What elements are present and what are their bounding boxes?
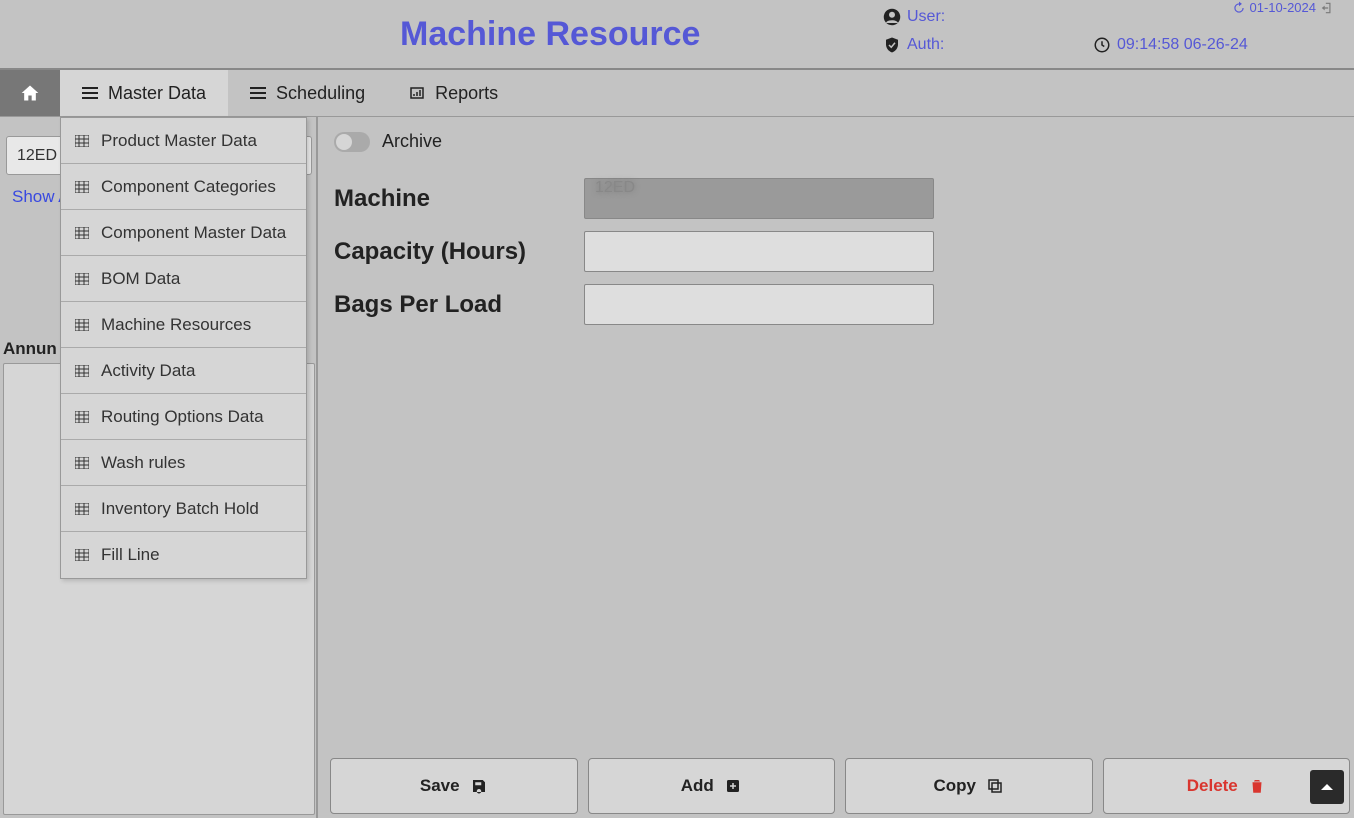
- refresh-icon: [1232, 1, 1246, 15]
- dropdown-component-categories[interactable]: Component Categories: [61, 164, 306, 210]
- shield-check-icon: [883, 36, 901, 54]
- form-row-bags: Bags Per Load: [334, 284, 1344, 325]
- scroll-top-button[interactable]: [1310, 770, 1344, 804]
- capacity-label: Capacity (Hours): [334, 238, 584, 266]
- save-label: Save: [420, 776, 460, 796]
- nav-scheduling[interactable]: Scheduling: [228, 70, 387, 116]
- dropdown-item-label: Product Master Data: [101, 131, 257, 151]
- archive-row: Archive: [334, 131, 1344, 152]
- user-label: User:: [907, 8, 945, 26]
- dropdown-item-label: Routing Options Data: [101, 407, 264, 427]
- date-text: 01-10-2024: [1250, 0, 1317, 15]
- user-icon: [883, 8, 901, 26]
- copy-icon: [986, 777, 1004, 795]
- bags-label: Bags Per Load: [334, 291, 584, 319]
- dropdown-component-master-data[interactable]: Component Master Data: [61, 210, 306, 256]
- table-icon: [75, 549, 89, 561]
- archive-toggle[interactable]: [334, 132, 370, 152]
- bags-field[interactable]: [584, 284, 934, 325]
- dropdown-item-label: Inventory Batch Hold: [101, 499, 259, 519]
- nav-scheduling-label: Scheduling: [276, 83, 365, 104]
- auth-label: Auth:: [907, 36, 944, 54]
- table-icon: [75, 181, 89, 193]
- main-panel: Archive Machine 12ED Capacity (Hours) Ba…: [320, 117, 1354, 818]
- nav-master-data[interactable]: Master Data: [60, 70, 228, 116]
- add-button[interactable]: Add: [588, 758, 836, 814]
- annun-label: Annun: [3, 339, 57, 359]
- reports-icon: [409, 86, 425, 100]
- clock-text: 09:14:58 06-26-24: [1117, 36, 1248, 54]
- table-icon: [75, 411, 89, 423]
- header-clock: 09:14:58 06-26-24: [1093, 36, 1248, 54]
- dropdown-item-label: Component Categories: [101, 177, 276, 197]
- nav-reports[interactable]: Reports: [387, 70, 520, 116]
- chevron-up-icon: [1319, 779, 1335, 795]
- table-icon: [75, 319, 89, 331]
- copy-button[interactable]: Copy: [845, 758, 1093, 814]
- header-user: User:: [883, 8, 945, 26]
- save-icon: [470, 777, 488, 795]
- dropdown-activity-data[interactable]: Activity Data: [61, 348, 306, 394]
- dropdown-item-label: Wash rules: [101, 453, 185, 473]
- dropdown-product-master-data[interactable]: Product Master Data: [61, 118, 306, 164]
- dropdown-item-label: BOM Data: [101, 269, 180, 289]
- form-row-capacity: Capacity (Hours): [334, 231, 1344, 272]
- plus-icon: [724, 777, 742, 795]
- header-auth: Auth:: [883, 36, 944, 54]
- dropdown-fill-line[interactable]: Fill Line: [61, 532, 306, 578]
- table-icon: [75, 457, 89, 469]
- footer-actions: Save Add Copy Delete: [330, 758, 1350, 814]
- home-button[interactable]: [0, 70, 60, 116]
- home-icon: [20, 83, 40, 103]
- dropdown-item-label: Component Master Data: [101, 223, 286, 243]
- dropdown-machine-resources[interactable]: Machine Resources: [61, 302, 306, 348]
- add-label: Add: [681, 776, 714, 796]
- delete-label: Delete: [1187, 776, 1238, 796]
- hamburger-icon: [82, 86, 98, 100]
- header: Machine Resource User: Auth: 09:14:58 06…: [0, 0, 1354, 70]
- list-icon: [250, 86, 266, 100]
- trash-icon: [1248, 777, 1266, 795]
- page-title: Machine Resource: [400, 15, 700, 54]
- table-icon: [75, 135, 89, 147]
- machine-field[interactable]: 12ED: [584, 178, 934, 219]
- archive-label: Archive: [382, 131, 442, 152]
- table-icon: [75, 365, 89, 377]
- dropdown-routing-options-data[interactable]: Routing Options Data: [61, 394, 306, 440]
- navbar: Master Data Scheduling Reports: [0, 70, 1354, 117]
- capacity-field[interactable]: [584, 231, 934, 272]
- dropdown-item-label: Activity Data: [101, 361, 195, 381]
- master-data-dropdown: Product Master Data Component Categories…: [60, 117, 307, 579]
- dropdown-inventory-batch-hold[interactable]: Inventory Batch Hold: [61, 486, 306, 532]
- machine-label: Machine: [334, 185, 584, 213]
- dropdown-item-label: Machine Resources: [101, 315, 251, 335]
- header-date: 01-10-2024: [1232, 0, 1335, 15]
- form-row-machine: Machine 12ED: [334, 178, 1344, 219]
- save-button[interactable]: Save: [330, 758, 578, 814]
- copy-label: Copy: [934, 776, 977, 796]
- dropdown-wash-rules[interactable]: Wash rules: [61, 440, 306, 486]
- dropdown-item-label: Fill Line: [101, 545, 160, 565]
- clock-icon: [1093, 36, 1111, 54]
- table-icon: [75, 503, 89, 515]
- nav-master-data-label: Master Data: [108, 83, 206, 104]
- nav-reports-label: Reports: [435, 83, 498, 104]
- table-icon: [75, 227, 89, 239]
- logout-icon[interactable]: [1320, 1, 1334, 15]
- table-icon: [75, 273, 89, 285]
- dropdown-bom-data[interactable]: BOM Data: [61, 256, 306, 302]
